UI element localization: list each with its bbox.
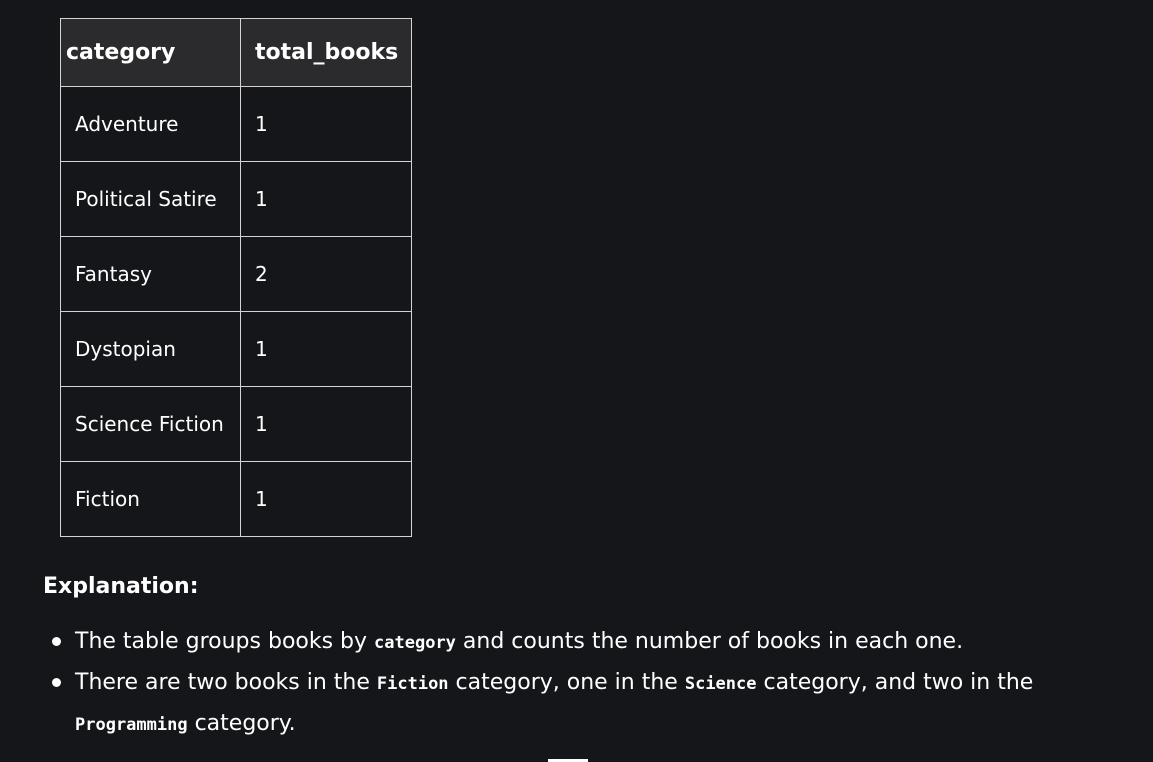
explanation-heading: Explanation: — [43, 574, 199, 599]
table-row: Fantasy 2 — [60, 236, 413, 312]
bullet-text: category. — [187, 711, 296, 736]
category-cell: Fiction — [60, 461, 241, 537]
table-row: Fiction 1 — [60, 461, 413, 537]
category-cell: Science Fiction — [60, 386, 241, 462]
inline-code: category — [374, 633, 456, 653]
table-row: Science Fiction 1 — [60, 386, 413, 462]
total-books-cell: 1 — [239, 461, 413, 537]
list-item: The table groups books by category and c… — [43, 622, 1083, 663]
category-cell: Political Satire — [60, 161, 241, 237]
inline-code: Fiction — [376, 674, 449, 694]
bullet-text: and counts the number of books in each o… — [455, 629, 964, 654]
total-books-cell: 1 — [239, 86, 413, 162]
list-item: There are two books in the Fiction categ… — [43, 663, 1083, 745]
inline-code: Science — [684, 674, 757, 694]
total-books-cell: 1 — [239, 386, 413, 462]
table-row: Dystopian 1 — [60, 311, 413, 387]
table-row: Adventure 1 — [60, 86, 413, 162]
table-header-row: category total_books — [60, 18, 413, 87]
category-cell: Adventure — [60, 86, 241, 162]
explanation-list: The table groups books by category and c… — [43, 622, 1083, 745]
bullet-icon — [52, 637, 61, 646]
column-header-total-books: total_books — [239, 18, 413, 87]
category-cell: Dystopian — [60, 311, 241, 387]
total-books-cell: 2 — [239, 236, 413, 312]
category-cell: Fantasy — [60, 236, 241, 312]
chat-response: category total_books Adventure 1 Politic… — [0, 0, 1153, 762]
total-books-cell: 1 — [239, 311, 413, 387]
bullet-text: There are two books in the — [75, 670, 377, 695]
total-books-cell: 1 — [239, 161, 413, 237]
table-row: Political Satire 1 — [60, 161, 413, 237]
result-table: category total_books Adventure 1 Politic… — [60, 18, 413, 537]
bullet-text: category, and two in the — [756, 670, 1034, 695]
bullet-text: category, one in the — [448, 670, 685, 695]
bullet-icon — [52, 678, 61, 687]
inline-code: Programming — [75, 715, 188, 735]
column-header-category: category — [60, 18, 241, 87]
bullet-text: The table groups books by — [75, 629, 375, 654]
